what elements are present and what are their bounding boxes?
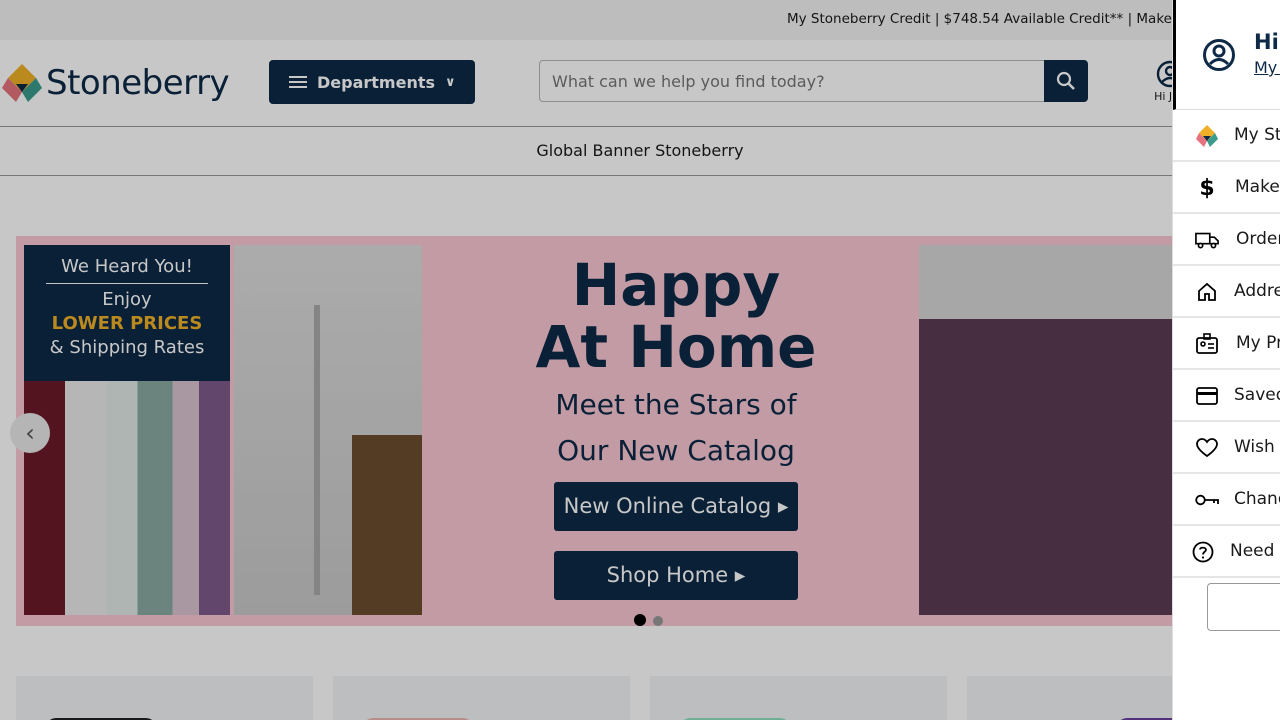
menu-item-label: Addre: [1234, 281, 1280, 301]
menu-item-need-help[interactable]: Need I: [1173, 526, 1280, 578]
credit-card-icon: [1195, 384, 1219, 408]
menu-item-change-password[interactable]: Chang: [1173, 474, 1280, 526]
drawer-greeting: Hi,: [1254, 30, 1280, 54]
truck-icon: [1195, 228, 1219, 252]
help-circle-icon: [1191, 540, 1215, 564]
menu-item-my-profile[interactable]: My Pr: [1173, 318, 1280, 370]
dollar-icon: $: [1199, 175, 1215, 201]
menu-item-label: Need I: [1230, 541, 1280, 561]
sign-out-button[interactable]: [1207, 583, 1280, 631]
menu-item-orders[interactable]: Order: [1173, 214, 1280, 266]
menu-item-label: Make: [1235, 177, 1280, 197]
menu-item-saved-cards[interactable]: Saved: [1173, 370, 1280, 422]
menu-item-wish-list[interactable]: Wish L: [1173, 422, 1280, 474]
menu-item-label: Order: [1236, 229, 1280, 249]
menu-item-label: Saved: [1234, 385, 1280, 405]
home-icon: [1195, 280, 1219, 304]
account-drawer: Hi, My A My Sto $ Make Order Addre: [1172, 0, 1280, 720]
my-account-link[interactable]: My A: [1254, 58, 1280, 77]
user-circle-icon: [1203, 39, 1235, 71]
menu-item-make-payment[interactable]: $ Make: [1173, 162, 1280, 214]
drawer-menu: My Sto $ Make Order Addre My Pr: [1173, 110, 1280, 578]
menu-item-label: My Sto: [1234, 125, 1280, 145]
stoneberry-logo-icon: [1195, 124, 1219, 148]
heart-icon: [1195, 436, 1219, 460]
menu-item-label: Chang: [1234, 489, 1280, 509]
key-icon: [1195, 488, 1219, 512]
menu-item-my-stoneberry[interactable]: My Sto: [1173, 110, 1280, 162]
menu-item-addresses[interactable]: Addre: [1173, 266, 1280, 318]
profile-card-icon: [1195, 332, 1219, 356]
menu-item-label: My Pr: [1236, 333, 1280, 353]
modal-overlay[interactable]: [0, 0, 1280, 720]
menu-item-label: Wish L: [1234, 437, 1280, 457]
drawer-header: Hi, My A: [1173, 0, 1280, 110]
